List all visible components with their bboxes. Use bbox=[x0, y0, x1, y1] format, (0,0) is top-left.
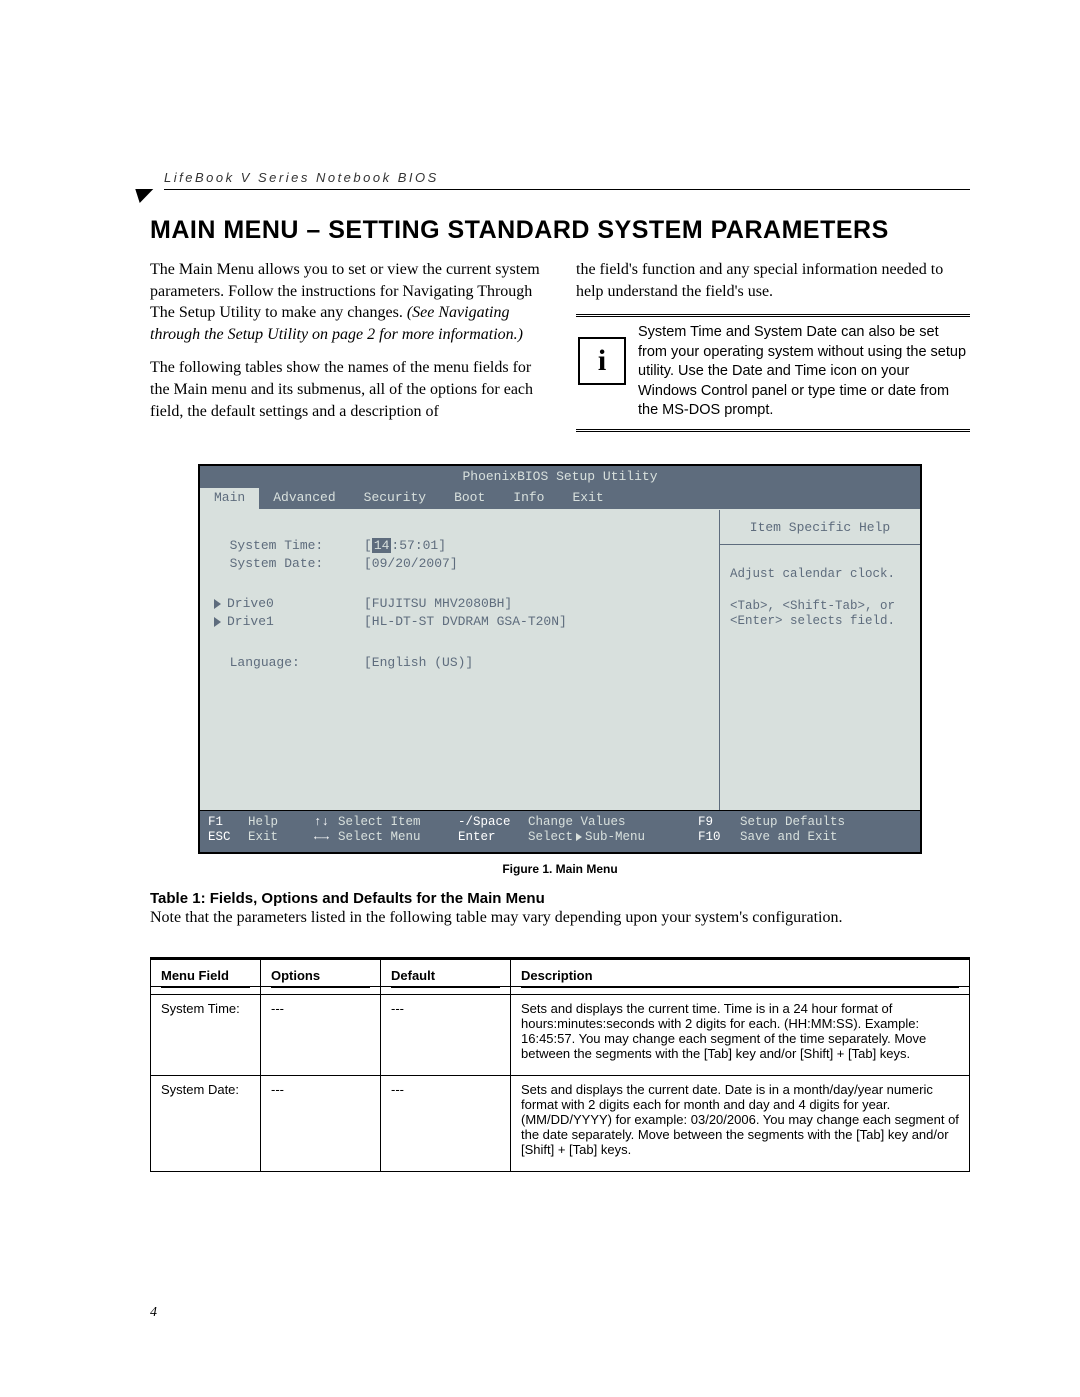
bios-drive1-label[interactable]: Drive1 bbox=[227, 614, 274, 629]
bios-key-select-menu: Select Menu bbox=[338, 830, 458, 846]
bios-key-save-exit: Save and Exit bbox=[740, 830, 838, 846]
page-title: MAIN MENU – SETTING STANDARD SYSTEM PARA… bbox=[150, 216, 970, 245]
bios-key-help-label: Help bbox=[248, 815, 314, 831]
triangle-right-icon bbox=[214, 599, 221, 609]
triangle-right-icon bbox=[214, 617, 221, 627]
bios-tab-info[interactable]: Info bbox=[499, 488, 558, 508]
intro-columns: The Main Menu allows you to set or view … bbox=[150, 259, 970, 434]
info-icon: i bbox=[578, 337, 626, 385]
bios-title: PhoenixBIOS Setup Utility bbox=[200, 466, 920, 488]
bios-tab-exit[interactable]: Exit bbox=[559, 488, 618, 508]
intro-para-2: The following tables show the names of t… bbox=[150, 357, 544, 422]
th-options: Options bbox=[261, 958, 381, 986]
bios-key-f9: F9 bbox=[698, 815, 740, 831]
cell-default: --- bbox=[381, 1075, 511, 1171]
intro-right-column: the field's function and any special inf… bbox=[576, 259, 970, 434]
cell-default: --- bbox=[381, 994, 511, 1075]
bios-menubar: Main Advanced Security Boot Info Exit bbox=[200, 488, 920, 508]
bios-key-change-values: Change Values bbox=[528, 815, 698, 831]
th-default: Default bbox=[381, 958, 511, 986]
intro-left-column: The Main Menu allows you to set or view … bbox=[150, 259, 544, 434]
bios-system-time-label: System Time: bbox=[230, 538, 324, 553]
table-row: System Date: --- --- Sets and displays t… bbox=[151, 1075, 970, 1171]
bios-tab-security[interactable]: Security bbox=[350, 488, 440, 508]
page-number: 4 bbox=[150, 1305, 157, 1321]
bios-system-date-value[interactable]: [09/20/2007] bbox=[364, 556, 458, 572]
th-menu-field: Menu Field bbox=[151, 958, 261, 986]
bios-help-line-2: <Tab>, <Shift-Tab>, or bbox=[730, 599, 910, 615]
cell-desc: Sets and displays the current time. Time… bbox=[511, 994, 970, 1075]
bios-help-line-3: <Enter> selects field. bbox=[730, 614, 910, 630]
info-text: System Time and System Date can also be … bbox=[638, 323, 970, 421]
bios-footer: F1 Help ↑↓ Select Item -/Space Change Va… bbox=[200, 810, 920, 852]
bios-key-setup-defaults: Setup Defaults bbox=[740, 815, 845, 831]
bios-key-f1: F1 bbox=[208, 815, 248, 831]
bios-language-value[interactable]: [English (US)] bbox=[364, 655, 473, 671]
cell-options: --- bbox=[261, 994, 381, 1075]
section-marker bbox=[131, 189, 154, 203]
intro-para-3: the field's function and any special inf… bbox=[576, 259, 970, 302]
bios-key-arrows-ud: ↑↓ bbox=[314, 815, 338, 831]
bios-drive1-value: [HL-DT-ST DVDRAM GSA-T20N] bbox=[364, 614, 567, 630]
cell-field: System Date: bbox=[151, 1075, 261, 1171]
bios-drive0-label[interactable]: Drive0 bbox=[227, 596, 274, 611]
table-note: Note that the parameters listed in the f… bbox=[150, 909, 970, 927]
bios-system-time-value[interactable]: [14:57:01] bbox=[364, 538, 446, 554]
bios-key-esc: ESC bbox=[208, 830, 248, 846]
bios-tab-main[interactable]: Main bbox=[200, 488, 259, 508]
table-row: System Time: --- --- Sets and displays t… bbox=[151, 994, 970, 1075]
bios-screenshot: PhoenixBIOS Setup Utility Main Advanced … bbox=[198, 464, 922, 854]
bios-language-label: Language: bbox=[230, 655, 300, 670]
info-callout: i System Time and System Date can also b… bbox=[576, 314, 970, 432]
th-description: Description bbox=[511, 958, 970, 986]
bios-tab-boot[interactable]: Boot bbox=[440, 488, 499, 508]
bios-help-line-1: Adjust calendar clock. bbox=[730, 567, 910, 583]
bios-key-f10: F10 bbox=[698, 830, 740, 846]
cell-options: --- bbox=[261, 1075, 381, 1171]
bios-main-pane: System Time: [14:57:01] System Date: [09… bbox=[200, 510, 719, 810]
bios-key-arrows-lr: ←→ bbox=[314, 830, 338, 846]
figure-caption: Figure 1. Main Menu bbox=[150, 862, 970, 876]
bios-key-enter: Enter bbox=[458, 830, 528, 846]
options-table: Menu Field Options Default Description S… bbox=[150, 957, 970, 1172]
bios-key-space: -/Space bbox=[458, 815, 528, 831]
bios-tab-advanced[interactable]: Advanced bbox=[259, 488, 349, 508]
bios-help-title: Item Specific Help bbox=[720, 510, 920, 545]
bios-key-select-item: Select Item bbox=[338, 815, 458, 831]
running-head: LifeBook V Series Notebook BIOS bbox=[164, 170, 970, 190]
cell-field: System Time: bbox=[151, 994, 261, 1075]
cell-desc: Sets and displays the current date. Date… bbox=[511, 1075, 970, 1171]
bios-key-exit-label: Exit bbox=[248, 830, 314, 846]
table-title: Table 1: Fields, Options and Defaults fo… bbox=[150, 890, 970, 907]
bios-system-date-label: System Date: bbox=[230, 556, 324, 571]
bios-help-pane: Item Specific Help Adjust calendar clock… bbox=[719, 510, 920, 810]
bios-drive0-value: [FUJITSU MHV2080BH] bbox=[364, 596, 512, 612]
bios-key-submenu: SelectSub-Menu bbox=[528, 830, 698, 846]
triangle-right-icon bbox=[576, 833, 582, 841]
table-header-row: Menu Field Options Default Description bbox=[151, 958, 970, 986]
